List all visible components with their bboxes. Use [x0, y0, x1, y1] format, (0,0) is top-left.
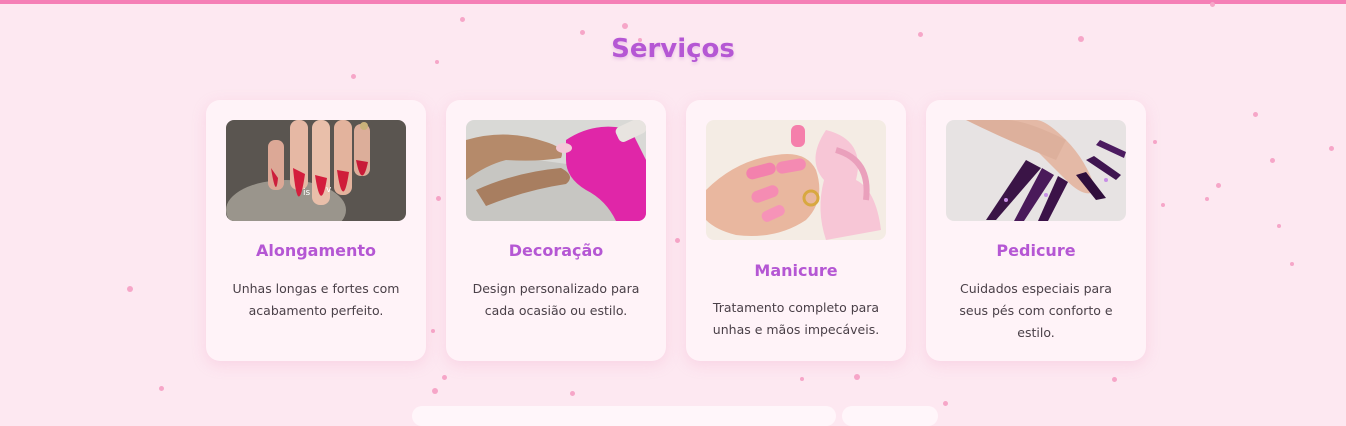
service-description: Unhas longas e fortes com acabamento per… — [232, 281, 400, 318]
service-title: Alongamento — [255, 241, 377, 260]
service-description: Design personalizado para cada ocasião o… — [472, 281, 640, 318]
next-section-panel-secondary — [842, 406, 938, 426]
service-title: Pedicure — [996, 241, 1076, 260]
svg-text:is: is — [303, 188, 311, 198]
next-section-panel — [412, 406, 836, 426]
service-description: Cuidados especiais para seus pés com con… — [959, 281, 1113, 340]
service-image-manicure — [706, 120, 886, 240]
service-image-alongamento: is v — [226, 120, 406, 221]
service-image-decoracao — [466, 120, 646, 221]
service-description: Tratamento completo para unhas e mãos im… — [712, 300, 880, 337]
service-card-pedicure[interactable]: Pedicure Cuidados especiais para seus pé… — [926, 100, 1146, 361]
service-card-alongamento[interactable]: is v Alongamento Unhas longas e fortes c… — [206, 100, 426, 361]
service-card-manicure[interactable]: Manicure Tratamento completo para unhas … — [686, 100, 906, 361]
service-card-decoracao[interactable]: Decoração Design personalizado para cada… — [446, 100, 666, 361]
section-title: Serviços — [611, 34, 735, 64]
service-title: Manicure — [754, 261, 838, 280]
svg-text:v: v — [326, 185, 332, 195]
service-title: Decoração — [508, 241, 604, 260]
service-image-pedicure — [946, 120, 1126, 221]
